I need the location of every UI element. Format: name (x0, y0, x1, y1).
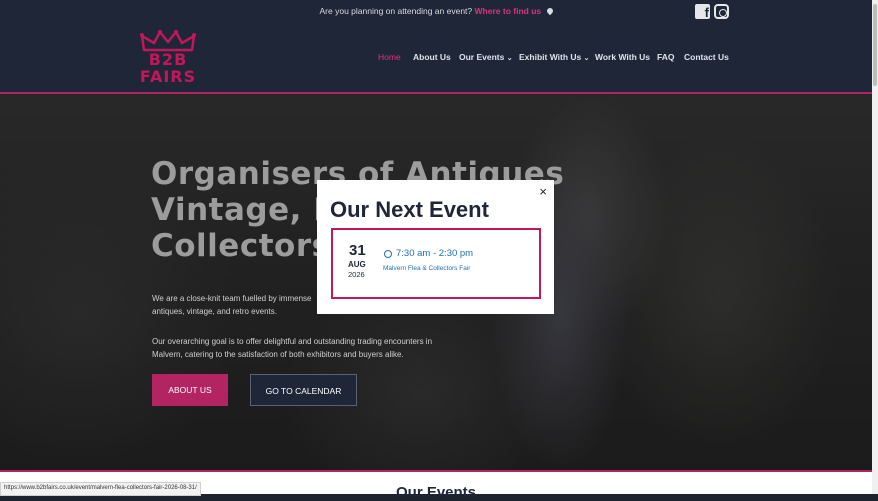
event-day: 31 (349, 242, 366, 259)
instagram-icon[interactable] (714, 4, 729, 19)
hero-goal-line-1: Our overarching goal is to offer delight… (152, 337, 433, 346)
top-message: Are you planning on attending an event? … (0, 6, 872, 16)
go-to-calendar-button[interactable]: GO TO CALENDAR (250, 374, 357, 406)
crown-icon (140, 30, 196, 52)
nav-our-events[interactable]: Our Events ⌄ (459, 52, 513, 62)
chevron-down-icon: ⌄ (506, 55, 513, 62)
site-header: B2B FAIRS Home About Us Our Events ⌄ Exh… (0, 24, 872, 94)
event-card[interactable]: 31 AUG 2026 7:30 am - 2:30 pm Malvern Fl… (331, 228, 541, 299)
next-event-modal: × Our Next Event 31 AUG 2026 7:30 am - 2… (317, 180, 554, 314)
scrollbar-thumb[interactable] (873, 4, 877, 86)
nav-faq[interactable]: FAQ (657, 52, 674, 62)
top-message-text: Are you planning on attending an event? (319, 6, 473, 16)
where-to-find-us-link[interactable]: Where to find us (475, 6, 542, 16)
facebook-icon[interactable]: f (695, 4, 710, 20)
top-bar: Are you planning on attending an event? … (0, 0, 872, 24)
page-scrollbar[interactable] (872, 0, 878, 494)
map-pin-icon[interactable] (545, 6, 554, 16)
nav-exhibit-with-us[interactable]: Exhibit With Us ⌄ (519, 52, 590, 62)
close-icon[interactable]: × (539, 184, 547, 199)
event-name-link[interactable]: Malvern Flea & Collectors Fair (383, 265, 470, 272)
event-time: 7:30 am - 2:30 pm (396, 248, 474, 259)
nav-about-us[interactable]: About Us (413, 52, 451, 62)
nav-work-with-us[interactable]: Work With Us (595, 52, 650, 62)
hero-goal-paragraph: Our overarching goal is to offer delight… (152, 335, 472, 361)
about-us-button[interactable]: ABOUT US (152, 374, 228, 406)
nav-our-events-label: Our Events (459, 52, 505, 62)
nav-home[interactable]: Home (378, 52, 401, 62)
b2b-fairs-logo[interactable]: B2B FAIRS (138, 30, 200, 86)
nav-contact-us[interactable]: Contact Us (684, 52, 729, 62)
modal-title: Our Next Event (330, 197, 489, 222)
event-year: 2026 (348, 270, 365, 279)
logo-text-fairs: FAIRS (139, 67, 197, 86)
chevron-down-icon: ⌄ (583, 55, 590, 62)
hero-goal-line-2: Malvern, catering to the satisfaction of… (152, 350, 404, 359)
clock-icon (384, 250, 392, 258)
nav-exhibit-label: Exhibit With Us (519, 52, 582, 62)
event-month: AUG (348, 260, 366, 269)
